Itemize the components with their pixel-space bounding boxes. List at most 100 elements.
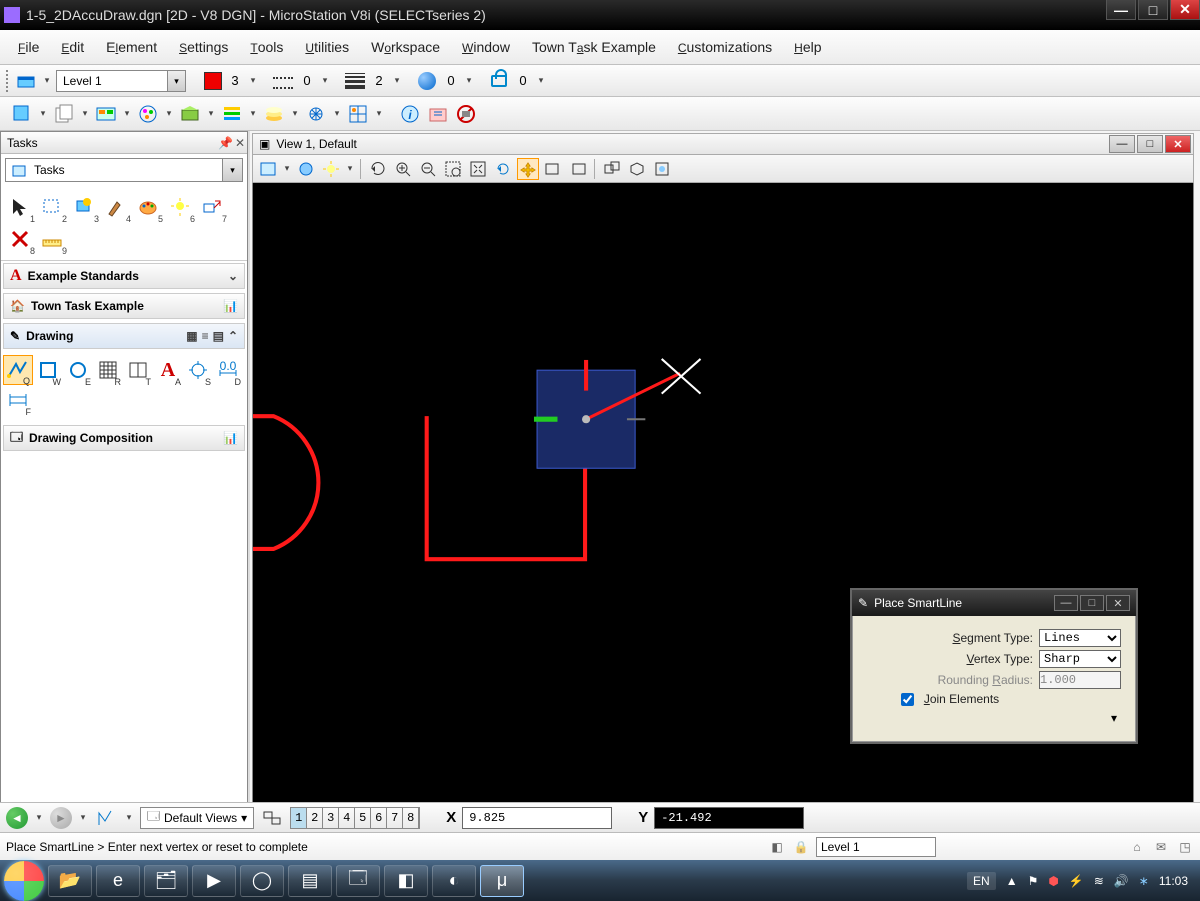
close-button[interactable]: ✕	[1170, 0, 1200, 20]
design-history-icon[interactable]: ◳	[1176, 838, 1194, 856]
zoom-out-icon[interactable]	[417, 158, 439, 180]
pin-icon[interactable]: 📌	[218, 136, 233, 150]
model-dropdown[interactable]: ▾	[42, 70, 52, 92]
point-cloud-icon[interactable]	[136, 102, 160, 126]
menu-edit[interactable]: Edit	[55, 37, 90, 57]
vertex-type-select[interactable]: Sharp	[1039, 650, 1121, 668]
tray-network-icon[interactable]: ≋	[1094, 874, 1104, 888]
models-icon[interactable]	[10, 102, 34, 126]
view-title-bar[interactable]: ▣ View 1, Default — □ ✕	[252, 133, 1194, 155]
layout-panel-icon[interactable]: ▤	[213, 329, 224, 343]
manage-view-groups-icon[interactable]	[260, 806, 284, 830]
menu-element[interactable]: Element	[100, 37, 163, 57]
view-toggle-4[interactable]: 4	[339, 808, 355, 828]
active-level-field[interactable]: Level 1	[816, 837, 936, 857]
dropdown-icon[interactable]: ▾	[374, 103, 384, 125]
saved-views-icon[interactable]	[178, 102, 202, 126]
lineweight-icon[interactable]	[344, 70, 366, 92]
join-elements-checkbox[interactable]	[901, 693, 914, 706]
tray-volume-icon[interactable]: 🔊	[1114, 874, 1129, 888]
view-toggle-6[interactable]: 6	[371, 808, 387, 828]
element-info-icon[interactable]	[304, 102, 328, 126]
rotate-view-icon[interactable]	[492, 158, 514, 180]
dropdown-icon[interactable]: ▾	[290, 103, 300, 125]
tray-battery-icon[interactable]: ⚡	[1069, 874, 1084, 888]
dropdown-icon[interactable]: ▾	[38, 103, 48, 125]
measure-icon[interactable]: 9	[37, 224, 67, 254]
fence-icon[interactable]: 2	[37, 192, 67, 222]
chevron-down-icon[interactable]: ⌄	[228, 269, 238, 283]
taskbar-app-2[interactable]: ◯	[240, 865, 284, 897]
cells-icon[interactable]	[346, 102, 370, 126]
dropdown-icon[interactable]: ▾	[282, 158, 292, 180]
clock[interactable]: 11:03	[1159, 874, 1196, 888]
zoom-in-icon[interactable]	[392, 158, 414, 180]
view-previous-icon[interactable]	[542, 158, 564, 180]
dropdown-icon[interactable]: ▾	[122, 103, 132, 125]
lineweight-dropdown[interactable]: ▾	[392, 70, 402, 92]
taskbar-app-1[interactable]: 📂	[48, 865, 92, 897]
minimize-button[interactable]: —	[1106, 0, 1136, 20]
update-view-icon[interactable]	[367, 158, 389, 180]
place-text-icon[interactable]: AA	[153, 355, 183, 385]
menu-settings[interactable]: Settings	[173, 37, 234, 57]
level-manager-icon[interactable]	[220, 102, 244, 126]
toggle-accudraw-icon[interactable]	[426, 102, 450, 126]
maximize-button[interactable]: □	[1138, 0, 1168, 20]
view-toggle-3[interactable]: 3	[323, 808, 339, 828]
view-toggle-8[interactable]: 8	[403, 808, 419, 828]
dropdown-icon[interactable]: ▾	[124, 807, 134, 829]
dialog-expand-icon[interactable]: ▾	[867, 709, 1121, 725]
view-next-icon[interactable]	[567, 158, 589, 180]
running-coords-icon[interactable]: ⌂	[1128, 838, 1146, 856]
dropdown-icon[interactable]: ▾	[332, 103, 342, 125]
menu-help[interactable]: Help	[788, 37, 827, 57]
copy-view-icon[interactable]	[601, 158, 623, 180]
taskbar-app-3[interactable]: ▤	[288, 865, 332, 897]
references-icon[interactable]	[52, 102, 76, 126]
view-maximize-button[interactable]: □	[1137, 135, 1163, 153]
layout-list-icon[interactable]: ≡	[202, 329, 209, 343]
tray-bluetooth-icon[interactable]: ∗	[1139, 874, 1149, 888]
tool-settings-dialog[interactable]: ✎ Place SmartLine — □ ✕ Segment Type: Li…	[850, 588, 1138, 744]
level-select[interactable]: Level 1 ▾	[56, 70, 186, 92]
clip-volume-icon[interactable]	[626, 158, 648, 180]
language-indicator[interactable]: EN	[967, 872, 996, 890]
tray-flag-icon[interactable]: ⚑	[1028, 874, 1039, 888]
section-drawing[interactable]: ✎ Drawing ▦ ≡ ▤ ⌃	[3, 323, 245, 349]
dropdown-icon[interactable]: ▾	[80, 103, 90, 125]
taskbar-app-6[interactable]: ◐	[432, 865, 476, 897]
tray-show-hidden-icon[interactable]: ▲	[1006, 874, 1018, 888]
taskbar-media-icon[interactable]: ▶	[192, 865, 236, 897]
acs-icon[interactable]	[94, 806, 118, 830]
adjust-brightness-icon[interactable]	[320, 158, 342, 180]
dialog-minimize-button[interactable]: —	[1054, 595, 1078, 611]
linestyle-dropdown[interactable]: ▾	[320, 70, 330, 92]
menu-utilities[interactable]: Utilities	[299, 37, 355, 57]
lock-icon[interactable]	[488, 70, 510, 92]
menu-tools[interactable]: Tools	[244, 37, 289, 57]
taskbar-ie-icon[interactable]: e	[96, 865, 140, 897]
view-minimize-button[interactable]: —	[1109, 135, 1135, 153]
locks-icon[interactable]: 🔒	[792, 838, 810, 856]
brush-icon[interactable]: 4	[101, 192, 131, 222]
tasks-combo[interactable]: Tasks ▾	[5, 158, 243, 182]
section-town-task-example[interactable]: 🏠 Town Task Example 📊	[3, 293, 245, 319]
modify-icon[interactable]: F	[3, 385, 33, 415]
menu-file[interactable]: File	[12, 37, 45, 57]
place-smartline-icon[interactable]: Q	[3, 355, 33, 385]
view-toggle-7[interactable]: 7	[387, 808, 403, 828]
view-control-icon[interactable]: 3	[69, 192, 99, 222]
place-cell-icon[interactable]: S	[183, 355, 213, 385]
view-close-button[interactable]: ✕	[1165, 135, 1191, 153]
view-toggle-1[interactable]: 1	[291, 808, 307, 828]
close-panel-icon[interactable]: ✕	[235, 136, 245, 150]
view-group-select[interactable]: 🗔 Default Views ▾	[140, 807, 254, 829]
dialog-maximize-button[interactable]: □	[1080, 595, 1104, 611]
message-center-icon[interactable]: ✉	[1152, 838, 1170, 856]
dropdown-arrow-icon[interactable]: ▾	[241, 811, 247, 825]
taskbar-explorer-icon[interactable]: 🗂	[144, 865, 188, 897]
back-dropdown[interactable]: ▾	[34, 807, 44, 829]
class-icon[interactable]	[416, 70, 438, 92]
start-button[interactable]	[4, 861, 44, 901]
